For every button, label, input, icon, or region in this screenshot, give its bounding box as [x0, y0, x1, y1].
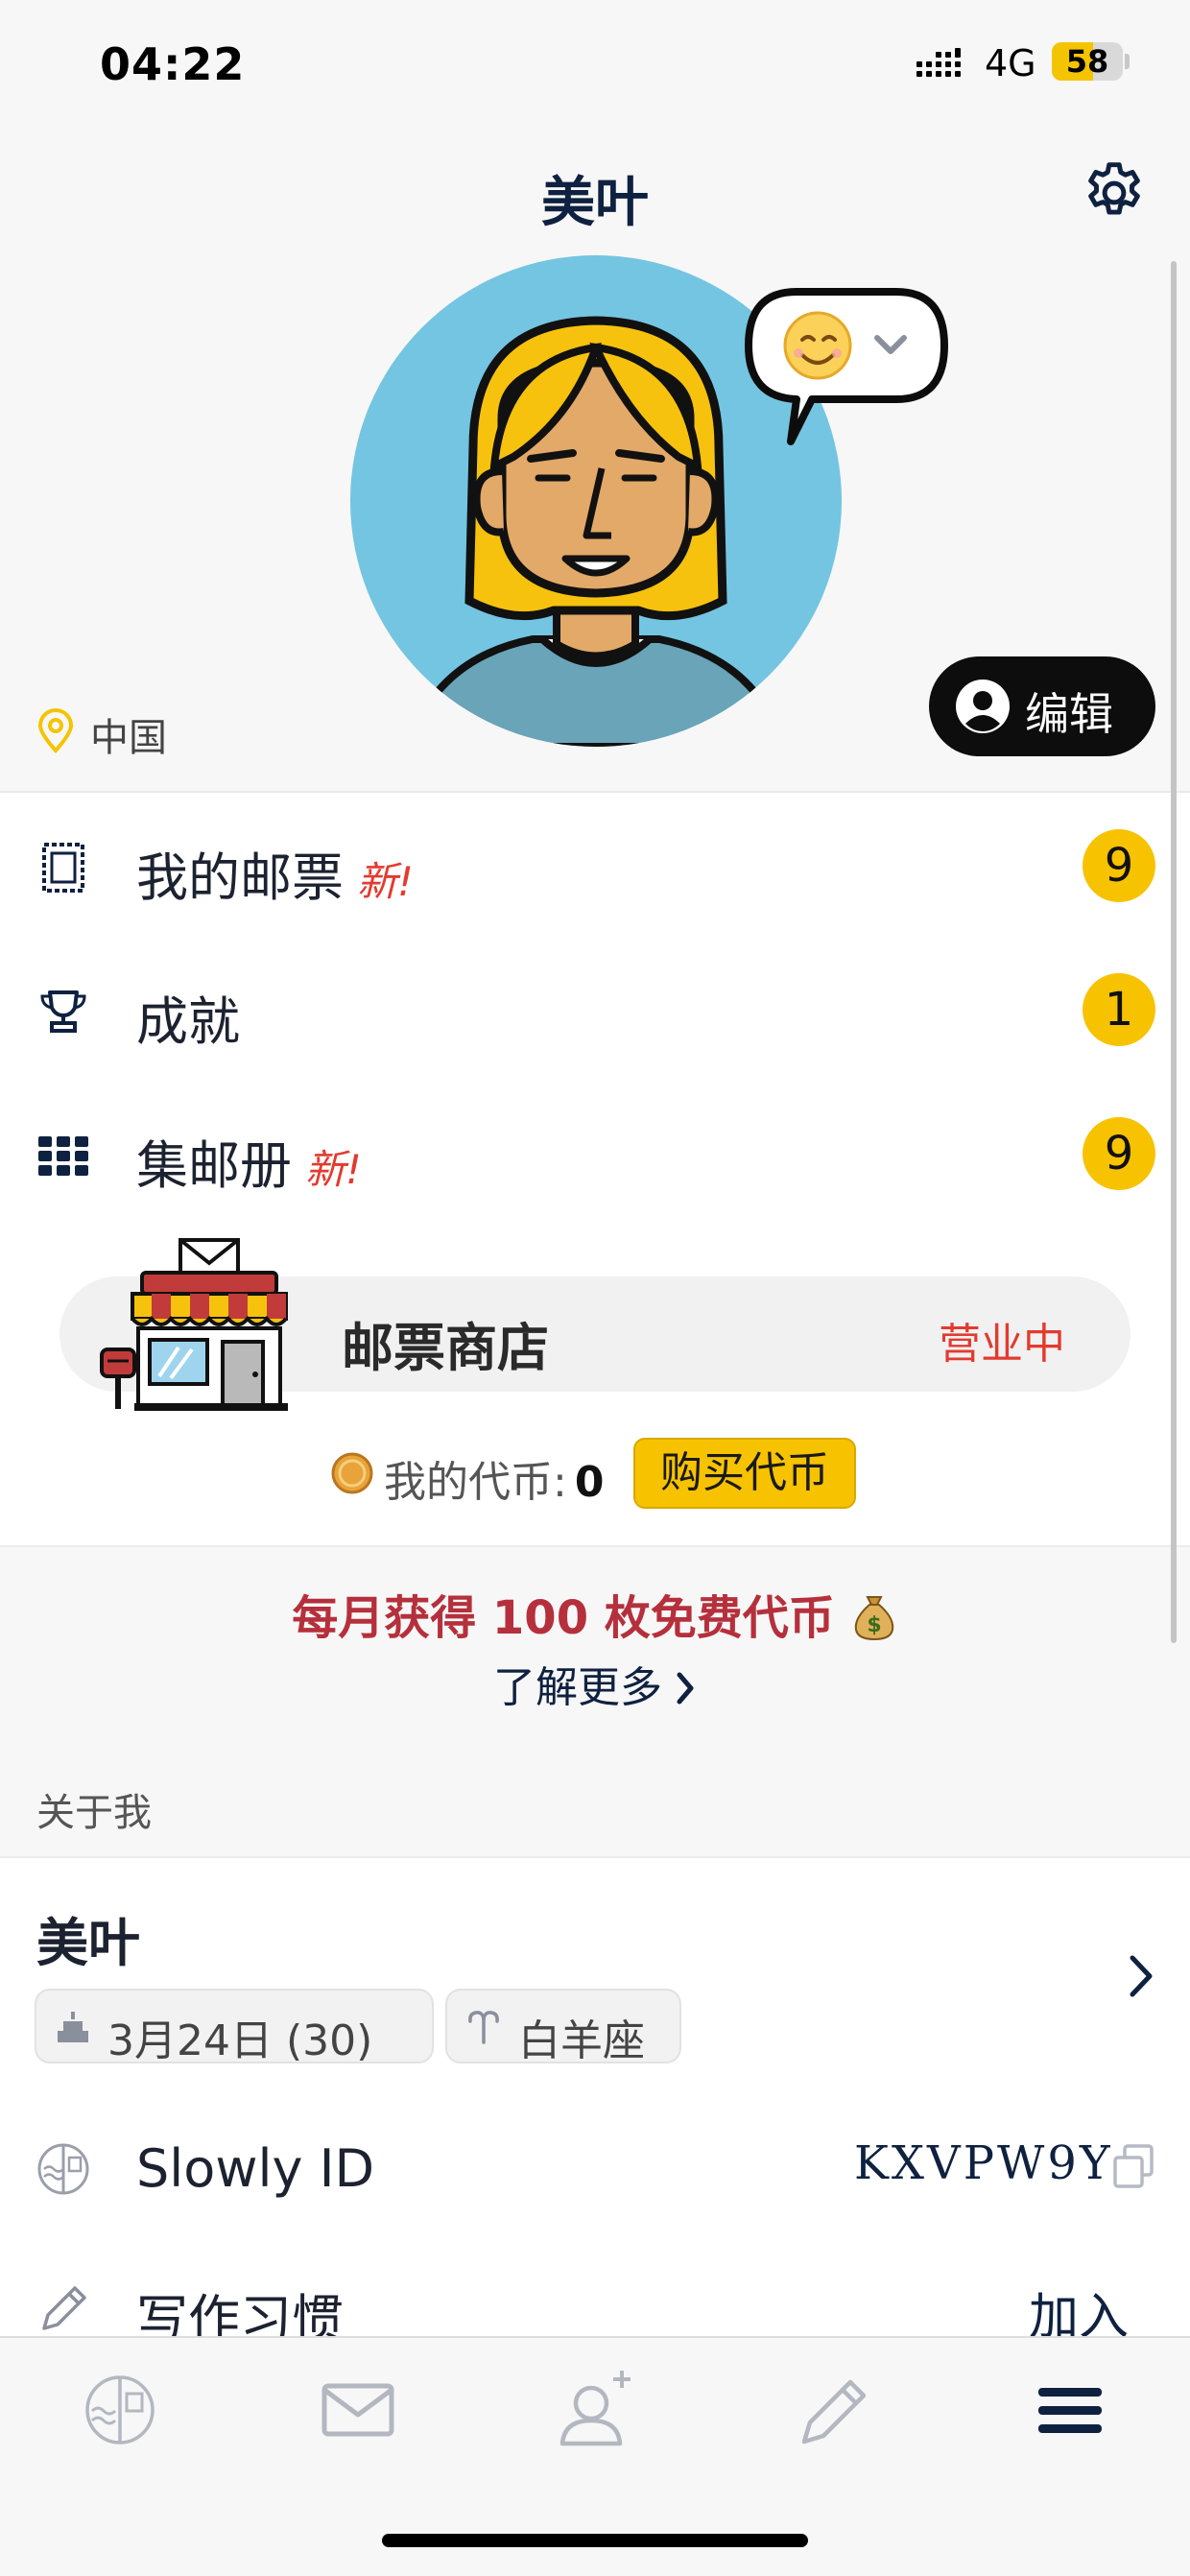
smile-emoji-icon: [783, 311, 852, 380]
coins-label: 我的代币:: [384, 1458, 567, 1507]
store-icon: [100, 1238, 288, 1411]
pencil-icon: [42, 2286, 86, 2330]
edit-button-label: 编辑: [1025, 688, 1113, 740]
edit-profile-button[interactable]: 编辑: [929, 656, 1155, 756]
home-indicator: [382, 2534, 808, 2547]
add-friend-tab-icon[interactable]: [553, 2367, 639, 2453]
menu-label: 成就: [136, 991, 240, 1052]
battery-icon: 58: [1052, 42, 1123, 81]
learn-more-link[interactable]: 了解更多: [0, 1653, 1190, 1714]
menu-tab-icon[interactable]: [1027, 2367, 1113, 2453]
menu-item-achievements[interactable]: 成就 1: [0, 937, 1190, 1081]
user-icon: [956, 680, 1010, 733]
menu-label: 集邮册: [136, 1135, 292, 1196]
menu-item-album[interactable]: 集邮册 新! 9: [0, 1081, 1190, 1225]
menu-label-wrapper: 成就: [136, 979, 240, 1055]
slowly-id-icon: [37, 2143, 89, 2195]
new-tag: 新!: [357, 858, 414, 905]
count-badge: 1: [1083, 973, 1155, 1046]
slowly-id-value: KXVPW9Y: [854, 2136, 1113, 2190]
signal-icon: [916, 48, 961, 77]
coins-value: 0: [574, 1458, 605, 1507]
menu-label-wrapper: 集邮册 新!: [136, 1123, 362, 1199]
svg-text:$: $: [867, 1613, 881, 1637]
coins-balance: 我的代币: 0: [384, 1447, 604, 1509]
copy-icon[interactable]: [1111, 2142, 1155, 2190]
zodiac-chip: 白羊座: [445, 1989, 681, 2065]
scrollbar[interactable]: [1171, 261, 1177, 1643]
stamp-icon: [42, 843, 84, 893]
gear-icon[interactable]: [1079, 157, 1150, 228]
slowly-id-label: Slowly ID: [136, 2138, 375, 2199]
page-title: 美叶: [541, 172, 649, 234]
money-bag-icon: $: [854, 1596, 894, 1641]
write-tab-icon[interactable]: [791, 2367, 877, 2453]
new-tag: 新!: [305, 1146, 362, 1193]
coin-icon: [331, 1452, 373, 1494]
store-title: 邮票商店: [342, 1318, 549, 1378]
menu-label: 我的邮票: [136, 847, 344, 908]
promo-banner[interactable]: 每月获得 100 枚免费代币 $: [0, 1580, 1190, 1647]
chevron-right-icon[interactable]: [1129, 1954, 1154, 1998]
battery-tip: [1125, 54, 1130, 69]
birthday-chip: 3月24日 (30): [35, 1989, 434, 2065]
mail-tab-icon[interactable]: [315, 2367, 401, 2453]
about-name: 美叶: [36, 1913, 140, 1973]
count-badge: 9: [1083, 829, 1155, 902]
zodiac-text: 白羊座: [518, 2016, 645, 2065]
section-title-about: 关于我: [36, 1791, 152, 1835]
trophy-icon: [40, 990, 86, 1033]
aries-icon: [468, 2011, 499, 2044]
grid-icon: [38, 1136, 88, 1176]
buy-coins-button[interactable]: 购买代币: [633, 1438, 856, 1509]
mood-bubble[interactable]: [739, 282, 954, 459]
cake-icon: [58, 2012, 88, 2042]
menu-label-wrapper: 我的邮票 新!: [136, 835, 414, 911]
location-label: 中国: [90, 716, 167, 760]
birthday-text: 3月24日 (30): [107, 2016, 373, 2065]
promo-text: 每月获得 100 枚免费代币: [292, 1591, 835, 1645]
chevron-right-icon: [677, 1672, 694, 1705]
network-type: 4G: [985, 42, 1036, 84]
battery-percent: 58: [1065, 43, 1109, 80]
store-status: 营业中: [939, 1320, 1065, 1369]
home-tab-icon[interactable]: [77, 2367, 163, 2453]
count-badge: 9: [1083, 1117, 1155, 1190]
learn-more-label: 了解更多: [493, 1663, 662, 1712]
location-pin-icon: [37, 708, 74, 754]
status-time: 04:22: [100, 38, 246, 90]
menu-item-my-stamps[interactable]: 我的邮票 新! 9: [0, 793, 1190, 937]
